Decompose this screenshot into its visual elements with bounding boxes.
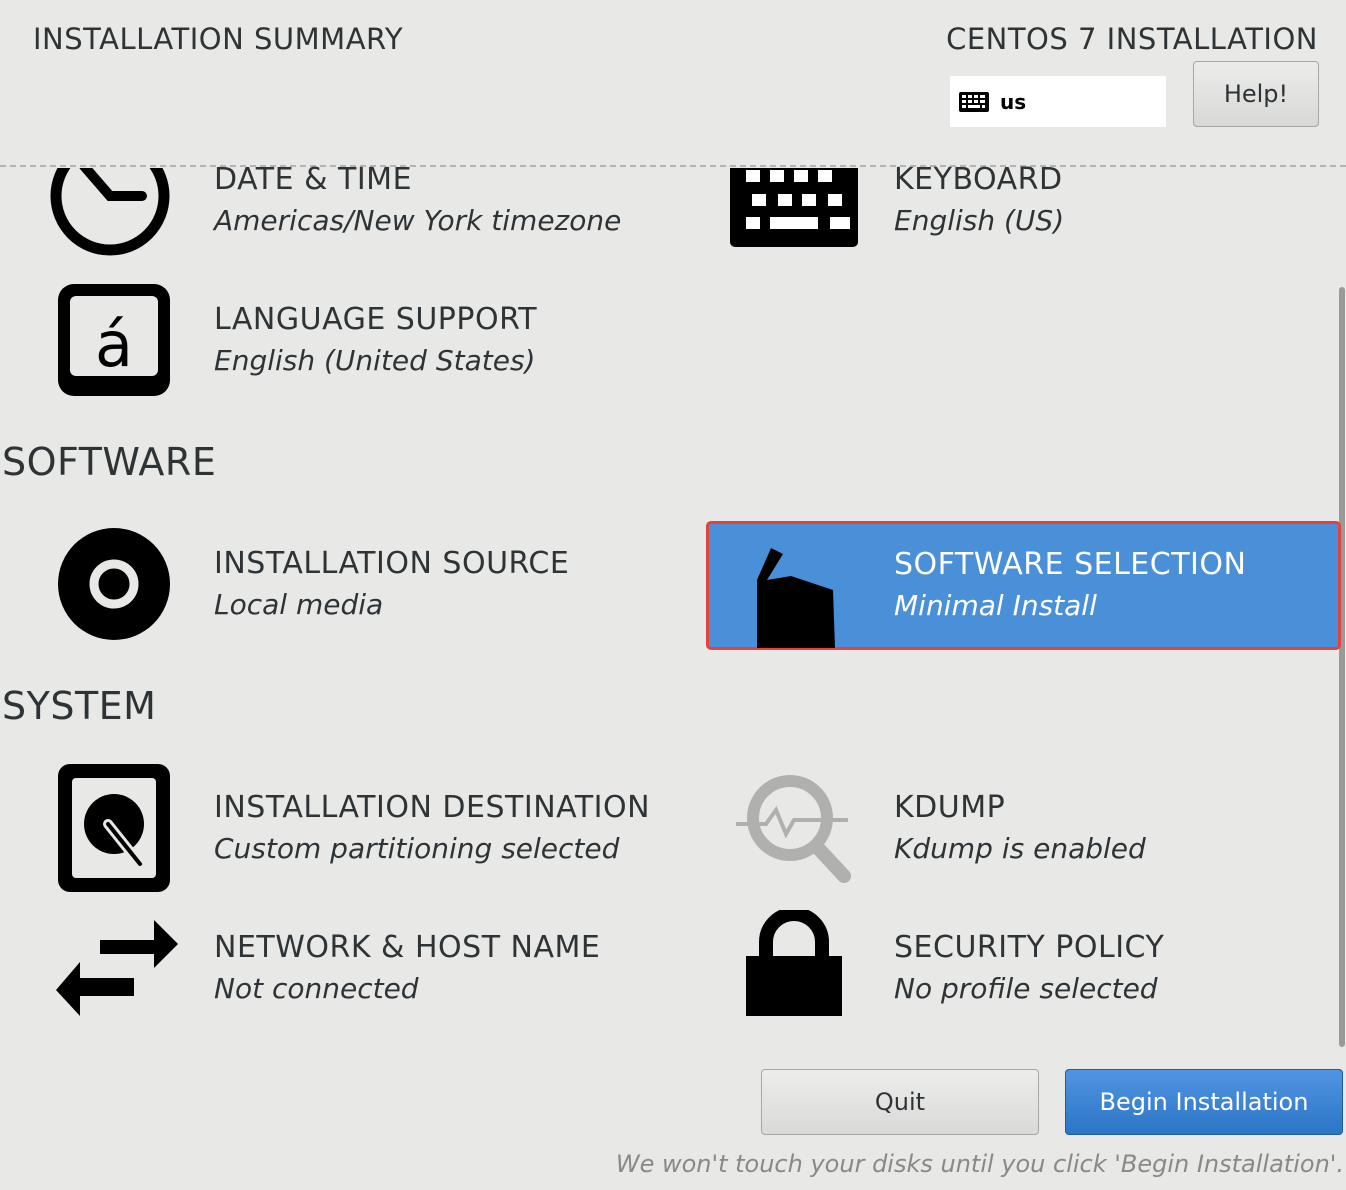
- spoke-software-selection[interactable]: SOFTWARE SELECTION Minimal Install: [706, 521, 1341, 650]
- section-software-title: SOFTWARE: [2, 440, 217, 484]
- spoke-language-status[interactable]: English (United States): [214, 344, 535, 377]
- hard-disk-icon: [58, 764, 170, 892]
- disc-icon: [58, 528, 170, 640]
- keyboard-icon: [730, 168, 860, 248]
- spoke-date-time-title[interactable]: DATE & TIME: [214, 162, 412, 197]
- spoke-install-source-title[interactable]: INSTALLATION SOURCE: [214, 546, 569, 581]
- network-arrows-icon: [54, 910, 180, 1026]
- spoke-kdump-title[interactable]: KDUMP: [894, 790, 1005, 825]
- spoke-software-selection-status: Minimal Install: [894, 589, 1097, 622]
- language-icon: á: [58, 284, 170, 396]
- spoke-keyboard-title[interactable]: KEYBOARD: [894, 162, 1063, 197]
- product-title: CENTOS 7 INSTALLATION: [946, 22, 1318, 56]
- help-button[interactable]: Help!: [1193, 61, 1319, 127]
- spoke-date-time-status[interactable]: Americas/New York timezone: [214, 204, 621, 237]
- scrollbar[interactable]: [1339, 287, 1345, 1047]
- page-title: INSTALLATION SUMMARY: [33, 22, 404, 56]
- spoke-install-dest-title[interactable]: INSTALLATION DESTINATION: [214, 790, 650, 825]
- svg-text:á: á: [95, 308, 133, 381]
- section-system-title: SYSTEM: [2, 684, 157, 728]
- spoke-keyboard-status[interactable]: English (US): [894, 204, 1064, 237]
- spoke-language-title[interactable]: LANGUAGE SUPPORT: [214, 302, 537, 337]
- quit-button[interactable]: Quit: [761, 1069, 1039, 1135]
- package-box-icon: [753, 544, 839, 652]
- header-separator: [0, 165, 1346, 167]
- spoke-install-source-status[interactable]: Local media: [214, 588, 383, 621]
- begin-installation-button[interactable]: Begin Installation: [1065, 1069, 1343, 1135]
- spoke-network-title[interactable]: NETWORK & HOST NAME: [214, 930, 600, 965]
- spoke-security-title[interactable]: SECURITY POLICY: [894, 930, 1164, 965]
- spoke-network-status[interactable]: Not connected: [214, 972, 419, 1005]
- keyboard-layout-indicator[interactable]: us: [950, 76, 1166, 127]
- spoke-security-status[interactable]: No profile selected: [894, 972, 1158, 1005]
- kdump-search-icon: [736, 770, 854, 888]
- spoke-install-dest-status[interactable]: Custom partitioning selected: [214, 832, 619, 865]
- footer-note: We won't touch your disks until you clic…: [615, 1150, 1344, 1178]
- clock-icon: [50, 168, 172, 258]
- lock-icon: [744, 910, 844, 1018]
- keyboard-layout-label: us: [1000, 89, 1027, 114]
- spoke-software-selection-title: SOFTWARE SELECTION: [894, 547, 1247, 582]
- keyboard-small-icon: [959, 91, 989, 112]
- spoke-kdump-status[interactable]: Kdump is enabled: [894, 832, 1146, 865]
